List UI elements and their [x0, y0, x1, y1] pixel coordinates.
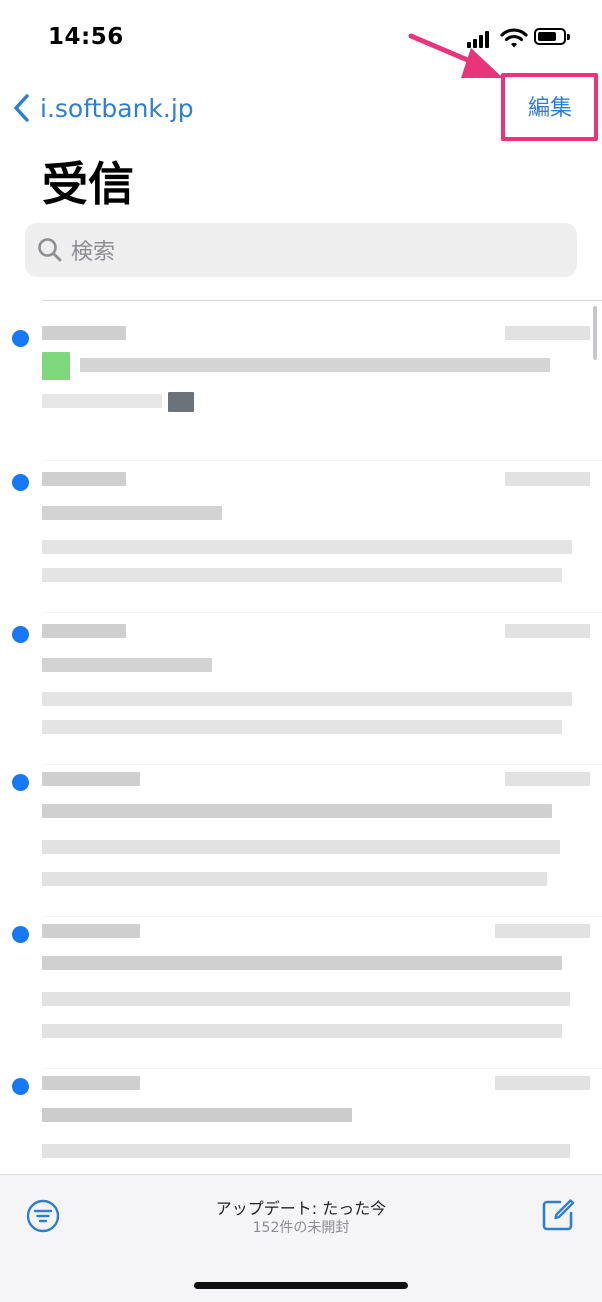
preview-placeholder: [42, 692, 572, 706]
search-icon: [38, 238, 62, 262]
preview-placeholder: [42, 840, 560, 854]
sender-placeholder: [42, 326, 126, 340]
home-indicator[interactable]: [194, 1282, 408, 1289]
unread-dot-icon: [12, 1078, 29, 1095]
bottom-toolbar: アップデート: たった今 152件の未開封: [0, 1174, 602, 1302]
preview-placeholder: [42, 568, 562, 582]
date-placeholder: [495, 924, 590, 938]
battery-icon: [534, 28, 570, 45]
subject-placeholder: [42, 804, 552, 818]
list-item[interactable]: [0, 766, 602, 918]
date-placeholder: [505, 624, 590, 638]
preview-placeholder: [42, 992, 570, 1006]
back-button[interactable]: i.softbank.jp: [12, 88, 194, 128]
attachment-placeholder: [168, 392, 194, 412]
list-divider: [42, 300, 602, 301]
back-button-label: i.softbank.jp: [40, 93, 194, 123]
preview-placeholder: [42, 872, 547, 886]
subject-placeholder: [42, 1108, 352, 1122]
search-placeholder: 検索: [71, 240, 116, 265]
unread-dot-icon: [12, 626, 29, 643]
subject-placeholder: [42, 658, 212, 672]
subject-placeholder: [42, 506, 222, 520]
date-placeholder: [505, 326, 590, 340]
update-status: アップデート: たった今: [215, 1199, 387, 1218]
list-item[interactable]: [0, 614, 602, 766]
status-time: 14:56: [48, 24, 124, 50]
date-placeholder: [495, 1076, 590, 1090]
subject-placeholder: [42, 956, 562, 970]
date-placeholder: [505, 472, 590, 486]
search-input[interactable]: 検索: [25, 223, 577, 277]
list-item[interactable]: [0, 918, 602, 1070]
message-list[interactable]: [0, 302, 602, 1174]
scrollbar[interactable]: [593, 306, 597, 360]
unread-count: 152件の未開封: [252, 1220, 350, 1236]
annotation-arrow-icon: [408, 33, 503, 78]
list-item[interactable]: [0, 310, 602, 462]
preview-placeholder: [42, 394, 162, 408]
sender-placeholder: [42, 772, 140, 786]
compose-icon[interactable]: [540, 1197, 576, 1233]
date-placeholder: [505, 772, 590, 786]
list-item[interactable]: [0, 1070, 602, 1174]
sender-placeholder: [42, 472, 126, 486]
preview-placeholder: [42, 540, 572, 554]
unread-dot-icon: [12, 926, 29, 943]
sender-placeholder: [42, 924, 140, 938]
preview-placeholder: [42, 1144, 570, 1158]
preview-placeholder: [42, 1024, 562, 1038]
unread-dot-icon: [12, 474, 29, 491]
preview-placeholder: [42, 720, 562, 734]
list-item[interactable]: [0, 462, 602, 614]
page-title: 受信: [42, 157, 134, 211]
unread-dot-icon: [12, 774, 29, 791]
sender-placeholder: [42, 1076, 140, 1090]
chevron-left-icon: [14, 94, 29, 122]
unread-dot-icon: [12, 330, 29, 347]
edit-button[interactable]: 編集: [528, 90, 572, 122]
avatar: [42, 352, 70, 380]
subject-placeholder: [80, 358, 550, 372]
sender-placeholder: [42, 624, 126, 638]
